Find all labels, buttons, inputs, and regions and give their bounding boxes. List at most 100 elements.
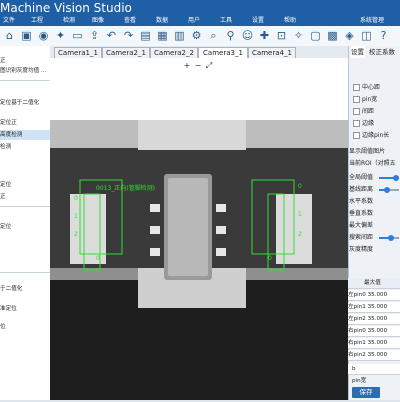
slider-label: 全局阈值 — [349, 174, 374, 181]
menu-settings[interactable]: 设置 — [252, 16, 264, 26]
slider-label: 搜索间距 — [349, 234, 374, 241]
bulb-icon[interactable]: ✧ — [292, 29, 305, 42]
upload-icon[interactable]: ⇪ — [88, 29, 101, 42]
row-label: 右pin2 — [348, 352, 366, 358]
checkbox-spacing[interactable]: 间距 — [349, 106, 400, 117]
home-icon[interactable]: ⌂ — [3, 29, 16, 42]
layers-icon[interactable]: ◫ — [360, 29, 373, 42]
menu-tools[interactable]: 工具 — [220, 16, 232, 26]
zoom-in-icon[interactable]: + — [182, 61, 192, 71]
slider-knob[interactable] — [393, 175, 399, 181]
save-icon[interactable]: ▣ — [20, 29, 33, 42]
global-threshold-slider[interactable] — [379, 175, 399, 181]
menu-file[interactable]: 文件 — [3, 16, 15, 26]
fit-view-icon[interactable]: ⤢ — [204, 61, 214, 71]
folder-icon[interactable]: ▭ — [71, 29, 84, 42]
roi-right-label-0: 0 — [298, 183, 302, 190]
plugin-icon[interactable]: ✚ — [258, 29, 271, 42]
row-value: 35.000 — [367, 316, 388, 322]
tree-item[interactable]: 正 — [0, 192, 50, 202]
checkbox-center-distance[interactable]: 中心距 — [349, 82, 400, 93]
table-row[interactable]: 左pin2 35.000 — [348, 314, 400, 325]
checkbox-icon — [353, 108, 360, 115]
checkbox-pin-width[interactable]: pin宽 — [349, 94, 400, 105]
tree-item[interactable]: 于二值化 — [0, 284, 50, 294]
undo-icon[interactable]: ↶ — [105, 29, 118, 42]
settings-icon[interactable]: ✦ — [54, 29, 67, 42]
roi-right-caption: 0 — [268, 255, 272, 262]
tree-item[interactable]: 定位 — [0, 180, 50, 190]
row-value: 35.000 — [367, 292, 388, 298]
menu-project[interactable]: 工程 — [31, 16, 43, 26]
image-icon[interactable]: ▤ — [139, 29, 152, 42]
menu-user[interactable]: 用户 — [188, 16, 200, 26]
roi-left-caption: 0 — [96, 255, 100, 262]
tag-icon[interactable]: ◈ — [343, 29, 356, 42]
chart-icon[interactable]: ▥ — [173, 29, 186, 42]
tree-item[interactable]: 检测 — [0, 142, 50, 152]
redo-icon[interactable]: ↷ — [122, 29, 135, 42]
show-threshold-row[interactable]: 显示阈值图片 — [349, 146, 400, 157]
table-header-label: 最大值 — [364, 280, 381, 286]
pin-icon[interactable]: ⚲ — [224, 29, 237, 42]
slider-label: 基线距离 — [349, 186, 374, 193]
menu-data[interactable]: 数据 — [156, 16, 168, 26]
search-spacing-slider[interactable] — [379, 235, 399, 241]
slider-row-gray-precision: 灰度精度 — [349, 244, 400, 255]
checkbox-label: 边缘pin长 — [362, 132, 390, 139]
tab-settings[interactable]: 设置 — [351, 46, 365, 58]
search-icon[interactable]: ⌕ — [207, 29, 220, 42]
user-icon[interactable]: ☺ — [241, 29, 254, 42]
tree-item[interactable]: 准定位 — [0, 304, 50, 314]
menu-system[interactable]: 系统管理 — [360, 16, 384, 26]
tree-item[interactable]: 定位正 — [0, 118, 50, 128]
main-toolbar: ⌂ ▣ ◉ ✦ ▭ ⇪ ↶ ↷ ▤ ▦ ▥ ⚙ ⌕ ⚲ ☺ ✚ ⊡ ✧ ▢ ▩ … — [0, 26, 400, 47]
grid-icon[interactable]: ▦ — [156, 29, 169, 42]
show-threshold-label: 显示阈值图片 — [349, 148, 386, 155]
menu-image[interactable]: 图像 — [92, 16, 104, 26]
table-row[interactable]: 右pin2 35.000 — [348, 350, 400, 361]
help-icon[interactable]: ? — [377, 29, 390, 42]
row-value: 35.000 — [367, 304, 388, 310]
left-tree-panel: 正 图识别灰度均值 ... 定位基于二值化 定位正 高度检测 检测 定位 正 定… — [0, 46, 51, 400]
monitor-icon[interactable]: ▢ — [309, 29, 322, 42]
gear-icon[interactable]: ⚙ — [190, 29, 203, 42]
current-roi-row: 当前ROI（对照五 — [349, 158, 400, 169]
tab-correction-coefficients[interactable]: 校正系数 — [369, 46, 400, 58]
tree-item-selected[interactable]: 高度检测 — [0, 130, 50, 140]
table-row[interactable]: 右pin0 35.000 — [348, 326, 400, 337]
tree-item[interactable]: 定位基于二值化 — [0, 98, 50, 108]
menu-help[interactable]: 帮助 — [284, 16, 296, 26]
checkbox-edge[interactable]: 边缘 — [349, 118, 400, 129]
tree-item[interactable]: 图识别灰度均值 ... — [0, 66, 50, 76]
menu-inspect[interactable]: 检测 — [63, 16, 75, 26]
slider-knob[interactable] — [388, 235, 394, 241]
camera-icon[interactable]: ◉ — [37, 29, 50, 42]
row-label: 右pin1 — [348, 340, 366, 346]
save-button[interactable]: 保存 — [352, 387, 380, 398]
tree-item[interactable] — [0, 346, 50, 356]
tree-item[interactable]: 定位 — [0, 222, 50, 232]
checkbox-label: pin宽 — [362, 96, 378, 103]
slider-label: 垂直系数 — [349, 210, 374, 217]
checkbox-edge-pin-length[interactable]: 边缘pin长 — [349, 130, 400, 141]
slider-knob[interactable] — [384, 187, 390, 193]
roi-right-label-2: 2 — [298, 231, 302, 238]
table-row[interactable]: 右pin1 35.000 — [348, 338, 400, 349]
row-label: 右pin0 — [348, 328, 366, 334]
lock-icon[interactable]: ⊡ — [275, 29, 288, 42]
tree-item[interactable]: 正 — [0, 56, 50, 66]
tree-item[interactable]: 位 — [0, 322, 50, 332]
slider-label: 最大偏差 — [349, 222, 374, 229]
camera-image: 0 1 2 0 1 2 0013_正向(管脚检测) 0 0 — [50, 120, 348, 400]
calendar-icon[interactable]: ▩ — [326, 29, 339, 42]
table-row[interactable]: 左pin0 35.000 — [348, 290, 400, 301]
zoom-out-icon[interactable]: − — [193, 61, 203, 71]
roi-right-label-1: 1 — [298, 211, 302, 218]
menu-view[interactable]: 查看 — [124, 16, 136, 26]
camera-image-view[interactable]: 0 1 2 0 1 2 0013_正向(管脚检测) 0 0 — [50, 76, 348, 400]
checkbox-label: 边缘 — [362, 120, 375, 127]
baseline-distance-slider[interactable] — [379, 187, 399, 193]
table-row[interactable]: 左pin1 35.000 — [348, 302, 400, 313]
sub-value-input[interactable]: b — [348, 364, 400, 375]
